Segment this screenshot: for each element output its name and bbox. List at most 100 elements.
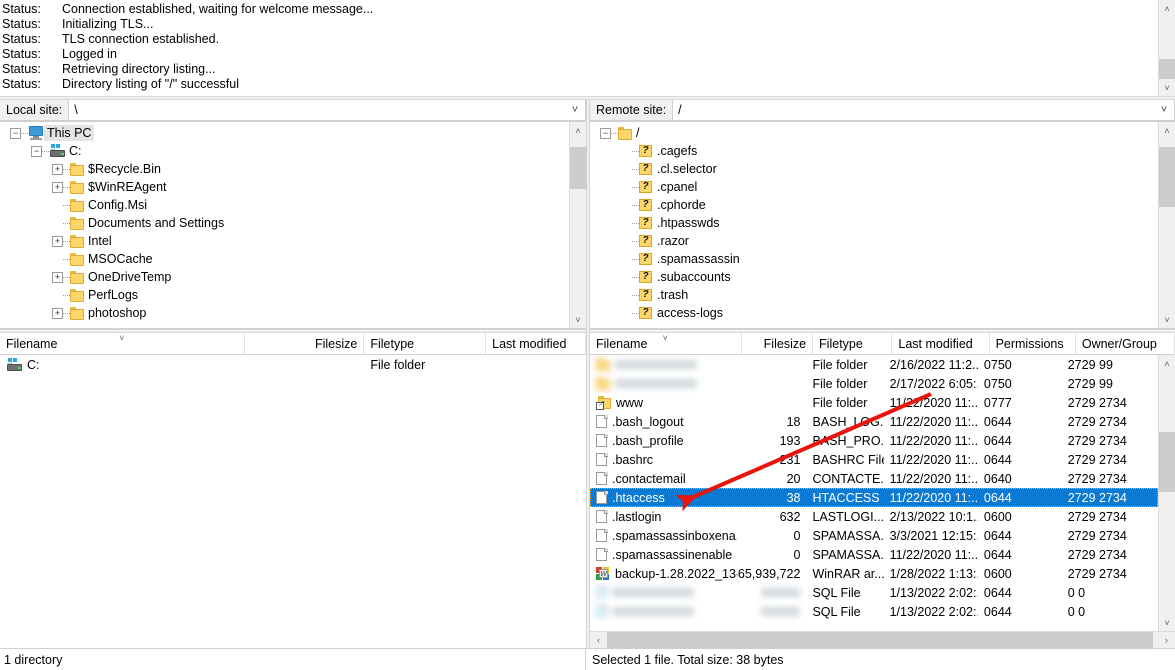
message-log-list[interactable]: Status: Connection established, waiting f… <box>0 0 1158 96</box>
remote-table-row[interactable]: SQL File 1/13/2022 2:02:... 0644 0 0 <box>590 602 1158 621</box>
local-tree-item[interactable]: + photoshop <box>0 304 569 322</box>
scroll-thumb[interactable] <box>569 147 587 189</box>
local-tree-item[interactable]: Documents and Settings <box>0 214 569 232</box>
scroll-track[interactable] <box>1158 372 1175 614</box>
remote-table-row[interactable]: Wbackup-1.28.2022_13-... 365,939,722 WinRA… <box>590 564 1158 583</box>
scroll-right-icon[interactable]: › <box>1158 632 1175 649</box>
remote-tree-item[interactable]: ? .cagefs <box>590 142 1158 160</box>
remote-table-row[interactable]: .spamassassinboxena... 0 SPAMASSA... 3/3/20… <box>590 526 1158 545</box>
remote-column-header-filetype[interactable]: Filetype <box>813 333 893 355</box>
remote-list-hscrollbar[interactable]: ‹ › <box>590 631 1175 649</box>
remote-column-header-filename[interactable]: Filename ˅ <box>590 333 742 355</box>
scroll-track[interactable] <box>607 631 1158 649</box>
scroll-down-icon[interactable]: ˅ <box>1159 614 1175 631</box>
scroll-up-icon[interactable]: ˄ <box>1159 122 1175 139</box>
scroll-up-icon[interactable]: ˄ <box>570 122 587 139</box>
local-tree-item[interactable]: − C: <box>0 142 569 160</box>
local-column-header-filetype[interactable]: Filetype <box>364 333 487 355</box>
local-tree-item[interactable]: + $Recycle.Bin <box>0 160 569 178</box>
expand-icon[interactable]: + <box>52 271 63 283</box>
remote-tree-item[interactable]: ? access-logs <box>590 304 1158 322</box>
expand-icon[interactable]: + <box>52 307 63 319</box>
local-site-value[interactable]: \ <box>69 103 565 117</box>
remote-cell-owner-group: 0 0 <box>1067 604 1086 619</box>
remote-tree-scrollbar[interactable]: ˄ ˅ <box>1158 122 1175 328</box>
local-tree-item[interactable]: PerfLogs <box>0 286 569 304</box>
local-file-rows[interactable]: C: File folder <box>0 355 586 648</box>
local-tree-item[interactable]: MSOCache <box>0 250 569 268</box>
remote-table-row[interactable]: www File folder 11/22/2020 11:... 0777 2729 … <box>590 393 1158 412</box>
local-tree-item[interactable]: + Intel <box>0 232 569 250</box>
remote-table-row[interactable]: SQL File 1/13/2022 2:02:... 0644 0 0 <box>590 583 1158 602</box>
local-tree-item[interactable]: Config.Msi <box>0 196 569 214</box>
scroll-down-icon[interactable]: ˅ <box>1159 311 1175 328</box>
chevron-down-icon[interactable]: ˅ <box>1154 104 1174 116</box>
remote-table-row[interactable]: .lastlogin 632 LASTLOGI... 2/13/2022 10:1..… <box>590 507 1158 526</box>
collapse-icon[interactable]: − <box>600 127 611 139</box>
local-list-body: C: File folder <box>0 355 586 648</box>
local-table-row[interactable]: C: File folder <box>0 355 586 374</box>
scroll-thumb[interactable] <box>607 631 1153 649</box>
remote-list-scrollbar[interactable]: ˄ ˅ <box>1158 355 1175 631</box>
collapse-icon[interactable]: − <box>10 127 21 139</box>
local-list-header[interactable]: Filename ˅ Filesize Filetype Last modified <box>0 333 586 355</box>
remote-site-value[interactable]: / <box>673 103 1154 117</box>
tree-guide-line <box>611 132 618 134</box>
scroll-track[interactable] <box>1158 139 1175 311</box>
remote-table-row[interactable]: .spamassassinenable 0 SPAMASSA... 11/22/202… <box>590 545 1158 564</box>
scroll-up-icon[interactable]: ˄ <box>1159 355 1175 372</box>
remote-column-header-filesize[interactable]: Filesize <box>742 333 814 355</box>
local-tree-item[interactable]: − This PC <box>0 124 569 142</box>
remote-tree-item[interactable]: ? .razor <box>590 232 1158 250</box>
scroll-down-icon[interactable]: ˅ <box>570 311 587 328</box>
remote-table-row[interactable]: .contactemail 20 CONTACTE... 11/22/2020 11:… <box>590 469 1158 488</box>
folder-icon <box>70 234 85 248</box>
expand-icon[interactable]: + <box>52 181 63 193</box>
scroll-up-icon[interactable]: ˄ <box>1159 0 1175 17</box>
scroll-thumb[interactable] <box>1158 147 1175 207</box>
chevron-down-icon[interactable]: ˅ <box>565 104 585 116</box>
scroll-thumb[interactable] <box>1158 432 1175 492</box>
local-tree-item[interactable]: + OneDriveTemp <box>0 268 569 286</box>
remote-tree-item[interactable]: ? .htpasswds <box>590 214 1158 232</box>
remote-table-row[interactable]: .bashrc 231 BASHRC File 11/22/2020 11:... 06… <box>590 450 1158 469</box>
remote-list-header[interactable]: Filename ˅ Filesize Filetype Last modified Pe… <box>590 333 1175 355</box>
scroll-thumb[interactable] <box>1158 59 1175 79</box>
scroll-left-icon[interactable]: ‹ <box>590 632 607 649</box>
expand-icon[interactable]: + <box>52 163 63 175</box>
remote-table-row[interactable]: .bash_profile 193 BASH_PRO... 11/22/2020 11… <box>590 431 1158 450</box>
scroll-track[interactable] <box>569 139 587 311</box>
remote-table-row[interactable]: File folder 2/16/2022 11:2... 0750 2729 99 <box>590 355 1158 374</box>
expand-icon[interactable]: + <box>52 235 63 247</box>
local-tree-item[interactable]: + $WinREAgent <box>0 178 569 196</box>
remote-file-rows[interactable]: File folder 2/16/2022 11:2... 0750 2729 99 F… <box>590 355 1158 631</box>
remote-directory-tree[interactable]: − /? .cagefs? .cl.selector? .cpanel? .cphorde… <box>590 122 1158 328</box>
remote-tree-item[interactable]: ? .subaccounts <box>590 268 1158 286</box>
remote-column-header-last-modified[interactable]: Last modified <box>892 333 990 355</box>
remote-table-row[interactable]: .htaccess 38 HTACCESS ... 11/22/2020 11:...… <box>590 488 1158 507</box>
local-column-header-last-modified[interactable]: Last modified <box>486 333 586 355</box>
remote-tree-item[interactable]: ? .cphorde <box>590 196 1158 214</box>
remote-column-header-owner-group[interactable]: Owner/Group <box>1076 333 1175 355</box>
collapse-icon[interactable]: − <box>31 145 42 157</box>
local-column-header-filesize[interactable]: Filesize <box>245 333 365 355</box>
local-directory-tree[interactable]: − This PC − C: + $Recycle.Bin + $WinREAgent Conf… <box>0 122 569 328</box>
remote-site-combo[interactable]: / ˅ <box>673 100 1175 121</box>
scroll-down-icon[interactable]: ˅ <box>1159 79 1175 96</box>
remote-cell-filename <box>590 602 737 621</box>
remote-column-header-permissions[interactable]: Permissions <box>990 333 1076 355</box>
remote-table-row[interactable]: File folder 2/17/2022 6:05:... 0750 2729 99 <box>590 374 1158 393</box>
remote-tree-item[interactable]: − / <box>590 124 1158 142</box>
local-site-combo[interactable]: \ ˅ <box>69 100 586 121</box>
local-column-header-filename[interactable]: Filename ˅ <box>0 333 245 355</box>
remote-table-row[interactable]: .bash_logout 18 BASH_LOG... 11/22/2020 11:.… <box>590 412 1158 431</box>
message-log-scrollbar[interactable]: ˄ ˅ <box>1158 0 1175 96</box>
remote-tree-item[interactable]: ? .trash <box>590 286 1158 304</box>
remote-tree-item[interactable]: ? .cl.selector <box>590 160 1158 178</box>
file-icon <box>596 547 608 562</box>
remote-tree-item[interactable]: ? .spamassassin <box>590 250 1158 268</box>
scroll-track[interactable] <box>1158 17 1175 79</box>
local-tree-scrollbar[interactable]: ˄ ˅ <box>569 122 587 328</box>
file-icon <box>596 452 608 467</box>
remote-tree-item[interactable]: ? .cpanel <box>590 178 1158 196</box>
